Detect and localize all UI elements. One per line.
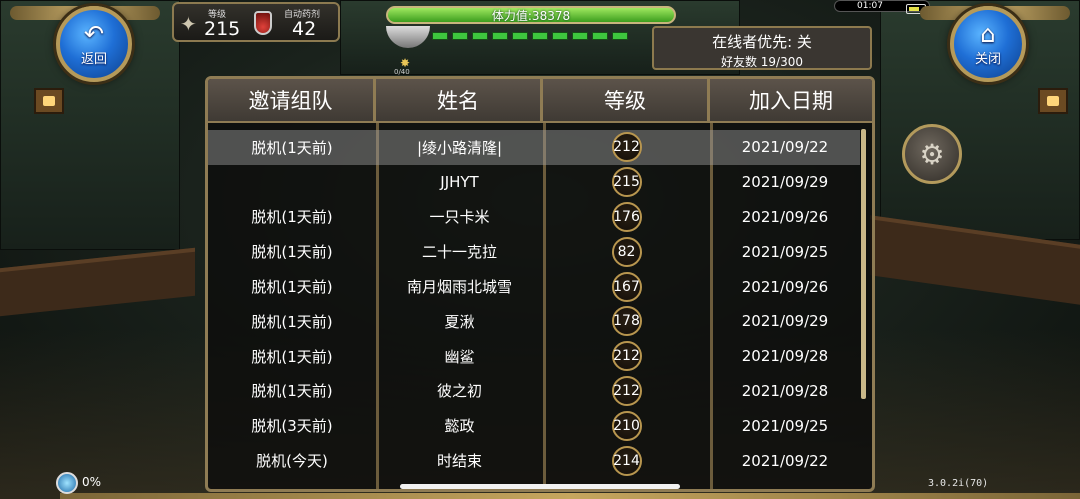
join-date: 2021/09/28 [741,381,829,400]
header-invite-team[interactable]: 邀请组队 [208,79,376,123]
stamina-segment [512,32,528,40]
friend-row[interactable]: 脱机(1天前) 南月烟雨北城雪 167 2021/09/26 [208,269,860,304]
home-indicator[interactable] [400,484,680,489]
friend-status: 脱机(3天前) [251,417,333,436]
level-badge: 167 [611,271,642,302]
wing-emblem-icon [386,26,430,48]
level-badge: 212 [611,375,642,406]
back-button[interactable]: ↶ 返回 [56,6,132,82]
join-date: 2021/09/25 [741,416,829,435]
friend-row[interactable]: 脱机(1天前) 幽鲨 212 2021/09/28 [208,339,860,374]
level-badge: 215 [611,167,642,198]
friend-name: JJHYT [440,173,479,192]
lamp-right-icon [1038,88,1068,114]
friend-name: 南月烟雨北城雪 [406,278,512,297]
player-status-box: ✦ 等级 215 自动药剂 42 [172,2,340,42]
friend-status: 脱机(1天前) [251,208,333,227]
star-counter: 0/40 [394,68,410,76]
join-date: 2021/09/28 [741,347,829,366]
header-name[interactable]: 姓名 [376,79,543,123]
settings-button[interactable]: ⚙ [902,124,962,184]
friend-count: 好友数 19/300 [720,55,804,69]
stamina-segment [592,32,608,40]
friend-name: 时结束 [436,452,482,471]
version-label: 3.0.2i(70) [928,478,989,489]
stamina-segments [432,32,628,40]
online-priority-toggle[interactable]: 在线者优先: 关 [654,31,870,52]
return-arrow-icon: ↶ [83,19,105,48]
join-date: 2021/09/22 [741,451,829,470]
friend-status: 脱机(今天) [256,452,328,471]
friend-name: |绫小路清隆| [416,138,503,157]
friend-status: 脱机(1天前) [251,243,333,262]
join-date: 2021/09/26 [741,207,829,226]
clock-time: 01:07 [857,1,883,11]
hp-text: 体力值:38378 [491,8,571,23]
stamina-segment [552,32,568,40]
table-left [0,247,195,317]
level-badge: 210 [611,410,642,441]
friend-rows: 脱机(1天前) |绫小路清隆| 212 2021/09/22 JJHYT 215… [208,130,860,478]
join-date: 2021/09/26 [741,277,829,296]
friend-name: 懿政 [444,417,475,436]
friend-row[interactable]: 脱机(今天) 时结束 214 2021/09/22 [208,443,860,478]
home-icon: ⌂ [980,19,996,48]
level-badge: 212 [611,132,642,163]
friend-name: 一只卡米 [429,208,490,227]
stamina-segment [452,32,468,40]
level-badge: 214 [611,445,642,476]
close-button[interactable]: ⌂ 关闭 [950,6,1026,82]
back-button-label: 返回 [80,51,107,67]
join-date: 2021/09/22 [741,138,829,157]
friend-row[interactable]: 脱机(1天前) 二十一克拉 82 2021/09/25 [208,234,860,269]
level-swirl-icon: ✦ [180,12,197,36]
loading-orb-icon [56,472,78,494]
stamina-segment [432,32,448,40]
close-button-label: 关闭 [974,51,1001,67]
friend-row[interactable]: JJHYT 215 2021/09/29 [208,165,860,200]
friend-row[interactable]: 脱机(1天前) |绫小路清隆| 212 2021/09/22 [208,130,860,165]
level-badge: 176 [611,201,642,232]
friend-status: 脱机(1天前) [251,347,333,366]
friend-status: 脱机(1天前) [251,278,333,297]
potion-flask-icon[interactable] [254,11,272,35]
level-value: 215 [204,18,241,40]
bottom-frame [60,493,1080,499]
join-date: 2021/09/29 [741,312,829,331]
friend-status: 脱机(1天前) [251,382,333,401]
friend-status: 脱机(1天前) [251,312,333,331]
level-badge: 82 [611,236,642,267]
lamp-left-icon [34,88,64,114]
stamina-segment [612,32,628,40]
stamina-segment [532,32,548,40]
stamina-segment [472,32,488,40]
friend-row[interactable]: 脱机(1天前) 一只卡米 176 2021/09/26 [208,200,860,235]
friend-name: 二十一克拉 [421,243,497,262]
header-join-date[interactable]: 加入日期 [710,79,872,123]
gear-icon: ⚙ [919,137,945,171]
hp-panel: 体力值:38378 [386,6,678,48]
friend-list-panel: 邀请组队 姓名 等级 加入日期 脱机(1天前) |绫小路清隆| 212 2021… [205,76,875,492]
list-scrollbar[interactable] [861,129,866,399]
hp-bar: 体力值:38378 [386,6,676,24]
stamina-segment [572,32,588,40]
join-date: 2021/09/25 [741,242,829,261]
join-date: 2021/09/29 [741,173,829,192]
friend-name: 幽鲨 [444,347,475,366]
stamina-segment [492,32,508,40]
friend-name: 彼之初 [436,382,482,401]
loading-percent: 0% [82,475,102,489]
table-header: 邀请组队 姓名 等级 加入日期 [208,79,872,123]
friend-row[interactable]: 脱机(1天前) 彼之初 212 2021/09/28 [208,374,860,409]
friend-row[interactable]: 脱机(1天前) 夏湫 178 2021/09/29 [208,304,860,339]
friend-status: 脱机(1天前) [251,138,333,157]
level-badge: 178 [611,306,642,337]
friend-row[interactable]: 脱机(3天前) 懿政 210 2021/09/25 [208,408,860,443]
header-level[interactable]: 等级 [543,79,710,123]
auto-potion-count: 42 [292,18,317,40]
level-badge: 212 [611,341,642,372]
friend-name: 夏湫 [444,312,475,331]
friend-info-box[interactable]: 在线者优先: 关 好友数 19/300 [652,26,872,70]
